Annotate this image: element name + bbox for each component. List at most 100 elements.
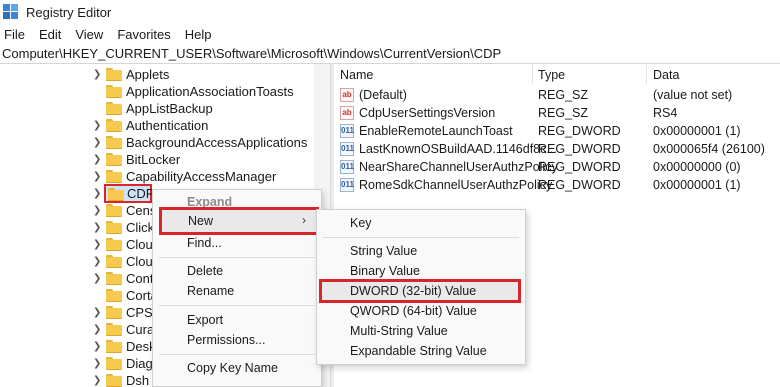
value-data: 0x000065f4 (26100) <box>653 142 765 156</box>
column-divider[interactable] <box>532 64 533 84</box>
column-header-data[interactable]: Data <box>653 68 679 82</box>
value-row[interactable]: ab CdpUserSettingsVersion REG_SZ RS4 <box>334 104 780 122</box>
tree-item-label: Dsh <box>126 373 150 387</box>
dword-value-icon: 011 <box>340 124 354 138</box>
value-name: RomeSdkChannelUserAuthzPolicy <box>359 178 553 192</box>
tree-item-label: CapabilityAccessManager <box>126 169 277 184</box>
value-data: (value not set) <box>653 88 733 102</box>
folder-icon <box>106 340 122 353</box>
tree-item-label: AppListBackup <box>126 101 213 116</box>
chevron-right-icon[interactable]: ❯ <box>93 69 103 80</box>
new-submenu: Key String Value Binary Value DWORD (32-… <box>316 209 526 365</box>
folder-icon <box>106 255 122 268</box>
submenu-item-multi-string-value[interactable]: Multi-String Value <box>317 321 525 341</box>
submenu-item-dword-label: DWORD (32-bit) Value <box>350 284 477 298</box>
folder-icon <box>106 272 122 285</box>
value-name: (Default) <box>359 88 407 102</box>
chevron-right-icon[interactable]: ❯ <box>93 273 103 284</box>
chevron-right-icon[interactable]: ❯ <box>93 239 103 250</box>
menu-separator <box>323 237 519 238</box>
dword-value-icon: 011 <box>340 160 354 174</box>
value-type: REG_SZ <box>538 88 589 102</box>
menu-item-permissions[interactable]: Permissions... <box>153 330 321 350</box>
tree-item-label: BackgroundAccessApplications <box>126 135 308 150</box>
folder-icon <box>106 238 122 251</box>
chevron-right-icon[interactable]: ❯ <box>93 171 103 182</box>
folder-icon <box>106 119 122 132</box>
value-name: LastKnownOSBuildAAD.1146df8c... <box>359 142 557 156</box>
menu-view[interactable]: View <box>71 27 109 42</box>
chevron-right-icon[interactable]: ❯ <box>93 222 103 233</box>
value-type: REG_DWORD <box>538 124 621 138</box>
chevron-right-icon[interactable]: ❯ <box>93 154 103 165</box>
chevron-right-icon[interactable]: ❯ <box>93 307 103 318</box>
menu-bar: File Edit View Favorites Help <box>0 24 780 44</box>
submenu-item-string-value[interactable]: String Value <box>317 241 525 261</box>
menu-file[interactable]: File <box>0 27 31 42</box>
submenu-item-expandable-string-value[interactable]: Expandable String Value <box>317 341 525 361</box>
tree-item-label: BitLocker <box>126 152 181 167</box>
column-header-name[interactable]: Name <box>340 68 373 82</box>
value-data: 0x00000000 (0) <box>653 160 741 174</box>
folder-icon <box>106 136 122 149</box>
menu-help[interactable]: Help <box>181 27 218 42</box>
menu-item-export[interactable]: Export <box>153 310 321 330</box>
value-name: NearShareChannelUserAuthzPolicy <box>359 160 558 174</box>
dword-value-icon: 011 <box>340 178 354 192</box>
window-title: Registry Editor <box>26 4 112 20</box>
chevron-right-icon[interactable]: ❯ <box>93 358 103 369</box>
value-type: REG_DWORD <box>538 178 621 192</box>
menu-item-rename[interactable]: Rename <box>153 281 321 301</box>
value-row[interactable]: 011 RomeSdkChannelUserAuthzPolicy REG_DW… <box>334 176 780 194</box>
tree-item-label: ApplicationAssociationToasts <box>126 84 294 99</box>
menu-item-delete[interactable]: Delete <box>153 261 321 281</box>
folder-icon <box>106 221 122 234</box>
menu-item-new[interactable]: New › <box>159 207 319 235</box>
chevron-right-icon[interactable]: ❯ <box>93 137 103 148</box>
tree-item-label: Diag <box>126 356 153 371</box>
chevron-right-icon[interactable]: ❯ <box>93 120 103 131</box>
chevron-right-icon[interactable]: ❯ <box>93 324 103 335</box>
submenu-item-key[interactable]: Key <box>317 213 525 233</box>
selected-key-cdp[interactable]: CDP <box>104 184 154 203</box>
folder-icon <box>106 289 122 302</box>
folder-icon <box>106 153 122 166</box>
address-path: Computer\HKEY_CURRENT_USER\Software\Micr… <box>2 46 502 61</box>
tree-item-label: Authentication <box>126 118 209 133</box>
folder-icon <box>106 102 122 115</box>
submenu-item-binary-value[interactable]: Binary Value <box>317 261 525 281</box>
folder-icon <box>106 170 122 183</box>
menu-favorites[interactable]: Favorites <box>113 27 176 42</box>
tree-item-label: Applets <box>126 67 170 82</box>
string-value-icon: ab <box>340 88 354 102</box>
chevron-right-icon[interactable]: ❯ <box>93 188 103 199</box>
menu-edit[interactable]: Edit <box>35 27 67 42</box>
value-row[interactable]: 011 NearShareChannelUserAuthzPolicy REG_… <box>334 158 780 176</box>
chevron-right-icon[interactable]: ❯ <box>93 341 103 352</box>
menu-item-find[interactable]: Find... <box>153 233 321 253</box>
list-header: Name Type Data <box>334 64 780 84</box>
registry-editor-icon <box>3 4 19 20</box>
string-value-icon: ab <box>340 106 354 120</box>
submenu-item-dword-value[interactable]: DWORD (32-bit) Value <box>319 279 521 303</box>
chevron-right-icon[interactable]: ❯ <box>93 256 103 267</box>
value-type: REG_DWORD <box>538 160 621 174</box>
address-bar[interactable]: Computer\HKEY_CURRENT_USER\Software\Micr… <box>0 44 780 64</box>
value-row[interactable]: ab (Default) REG_SZ (value not set) <box>334 86 780 104</box>
menu-item-copy-key-name[interactable]: Copy Key Name <box>153 358 321 378</box>
column-header-type[interactable]: Type <box>538 68 565 82</box>
value-type: REG_SZ <box>538 106 589 120</box>
context-menu: Expand New › Find... Delete Rename Expor… <box>152 189 322 387</box>
column-divider[interactable] <box>646 64 647 84</box>
chevron-right-icon[interactable]: ❯ <box>93 205 103 216</box>
value-data: RS4 <box>653 106 678 120</box>
submenu-item-qword-value[interactable]: QWORD (64-bit) Value <box>317 301 525 321</box>
chevron-right-icon[interactable]: ❯ <box>93 375 103 386</box>
value-data: 0x00000001 (1) <box>653 124 741 138</box>
value-row[interactable]: 011 LastKnownOSBuildAAD.1146df8c... REG_… <box>334 140 780 158</box>
folder-icon <box>106 357 122 370</box>
folder-icon <box>106 204 122 217</box>
value-row[interactable]: 011 EnableRemoteLaunchToast REG_DWORD 0x… <box>334 122 780 140</box>
value-data: 0x00000001 (1) <box>653 178 741 192</box>
value-name: EnableRemoteLaunchToast <box>359 124 513 138</box>
